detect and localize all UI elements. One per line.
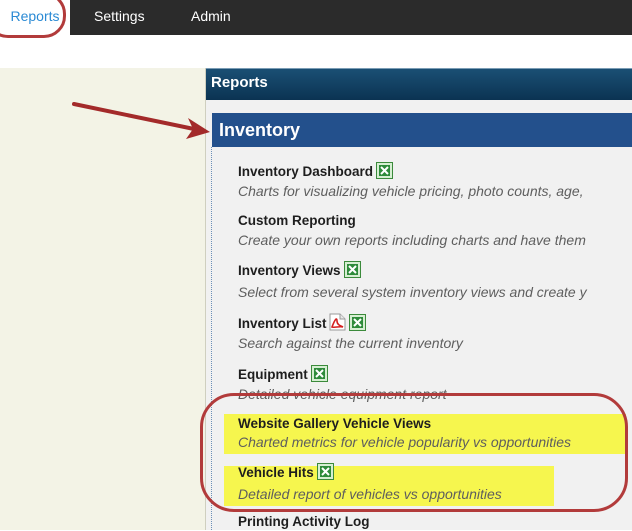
reports-panel-header: Reports (206, 68, 632, 100)
report-item-custom-reporting[interactable]: Custom Reporting (238, 212, 356, 230)
inventory-section-title: Inventory (219, 120, 301, 140)
report-title[interactable]: Equipment (238, 367, 308, 382)
inventory-section-header: Inventory (212, 113, 632, 147)
excel-icon[interactable] (348, 314, 366, 331)
report-description: Search against the current inventory (238, 335, 463, 351)
report-item-printing-activity-log[interactable]: Printing Activity Log (238, 513, 370, 531)
report-description: Select from several system inventory vie… (238, 284, 587, 300)
excel-icon[interactable] (310, 365, 328, 382)
annotation-arrow-icon (72, 102, 210, 139)
excel-icon[interactable] (343, 261, 361, 278)
report-title[interactable]: Custom Reporting (238, 213, 356, 228)
excel-icon[interactable] (376, 162, 394, 179)
report-title[interactable]: Inventory List (238, 316, 327, 331)
report-title[interactable]: Printing Activity Log (238, 514, 370, 529)
tab-settings[interactable]: Settings (94, 0, 145, 35)
report-description: Charts for visualizing vehicle pricing, … (238, 183, 584, 199)
report-item-inventory-dashboard[interactable]: Inventory Dashboard (238, 162, 394, 181)
report-title[interactable]: Inventory Dashboard (238, 164, 373, 179)
annotation-circle-reports-tab (0, 0, 66, 38)
report-item-inventory-list[interactable]: Inventory List (238, 313, 366, 333)
pdf-icon[interactable] (329, 313, 346, 331)
reports-panel-title: Reports (211, 74, 268, 91)
report-item-equipment[interactable]: Equipment (238, 365, 328, 384)
tab-admin[interactable]: Admin (191, 0, 231, 35)
report-item-inventory-views[interactable]: Inventory Views (238, 261, 361, 280)
annotation-circle-highlighted-reports (200, 393, 628, 512)
report-description: Create your own reports including charts… (238, 232, 586, 248)
report-title[interactable]: Inventory Views (238, 263, 341, 278)
